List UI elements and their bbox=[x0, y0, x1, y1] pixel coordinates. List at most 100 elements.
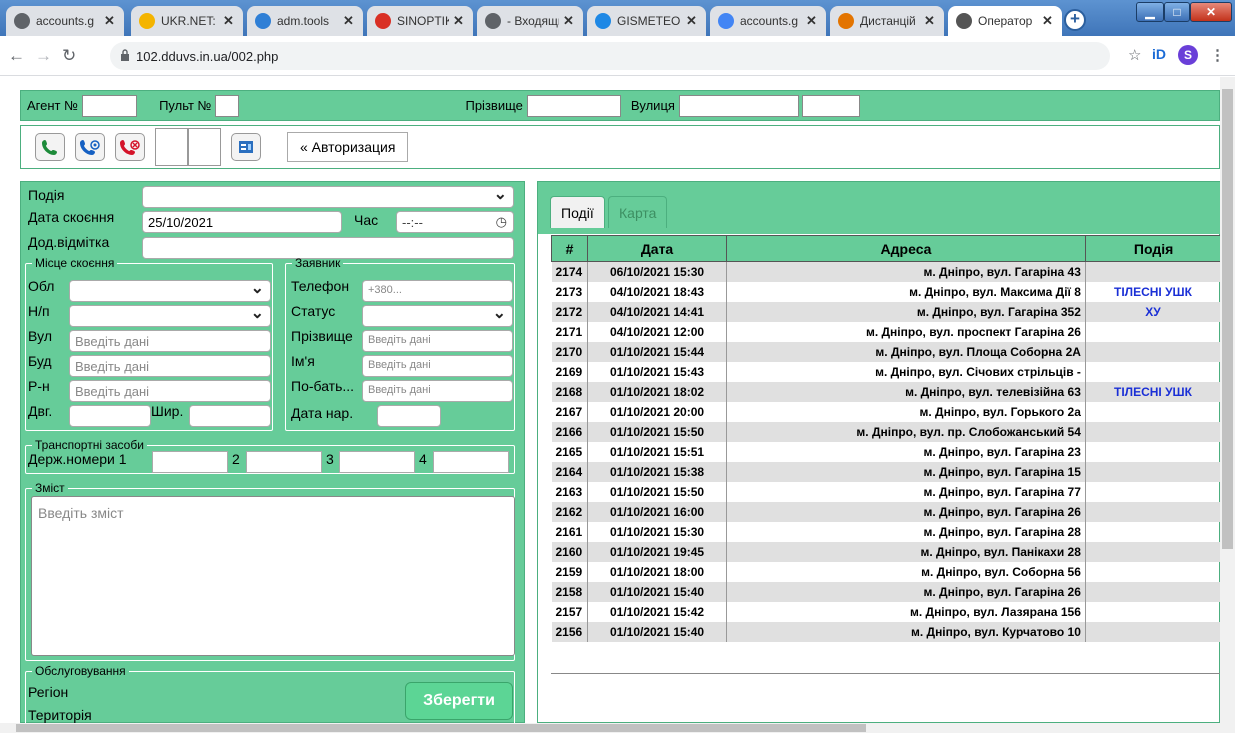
event-row[interactable]: 2165 01/10/2021 15:51 м. Дніпро, вул. Гага… bbox=[551, 441, 1220, 462]
event-row[interactable]: 2160 01/10/2021 19:45 м. Дніпро, вул. Пані… bbox=[551, 541, 1220, 562]
city-select[interactable] bbox=[69, 305, 271, 327]
close-tab-icon[interactable]: ✕ bbox=[223, 13, 235, 29]
column-address[interactable]: Адреса bbox=[726, 235, 1086, 262]
reload-icon[interactable]: ↻ bbox=[62, 46, 76, 66]
agent-number-input[interactable] bbox=[82, 94, 138, 117]
event-row[interactable]: 2159 01/10/2021 18:00 м. Дніпро, вул. Собо… bbox=[551, 561, 1220, 582]
column-number[interactable]: # bbox=[551, 235, 588, 262]
close-tab-icon[interactable]: ✕ bbox=[686, 13, 698, 29]
event-row[interactable]: 2169 01/10/2021 15:43 м. Дніпро, вул. Січо… bbox=[551, 361, 1220, 382]
street-input[interactable] bbox=[678, 94, 799, 117]
event-row[interactable]: 2173 04/10/2021 18:43 м. Дніпро, вул. Макс… bbox=[551, 281, 1220, 302]
id-extension-icon[interactable]: iD bbox=[1152, 46, 1166, 62]
district-input[interactable]: Введіть дані bbox=[69, 380, 271, 402]
phone-input[interactable]: +380... bbox=[362, 280, 513, 302]
column-event[interactable]: Подія bbox=[1084, 235, 1220, 262]
browser-tab[interactable]: adm.tools ✕ bbox=[247, 6, 363, 36]
close-tab-icon[interactable]: ✕ bbox=[563, 13, 575, 29]
status-select[interactable] bbox=[362, 305, 513, 327]
browser-tab[interactable]: GISMETEO ✕ bbox=[587, 6, 706, 36]
browser-tab[interactable]: accounts.g ✕ bbox=[6, 6, 124, 36]
time-value: --:-- bbox=[402, 215, 423, 230]
browser-tab[interactable]: SINOPTIK: ✕ bbox=[367, 6, 473, 36]
save-button[interactable]: Зберегти bbox=[405, 682, 513, 720]
authorization-button[interactable]: « Авторизация bbox=[287, 132, 409, 162]
tab-map[interactable]: Карта bbox=[608, 196, 668, 228]
event-row[interactable]: 2162 01/10/2021 16:00 м. Дніпро, вул. Гага… bbox=[551, 501, 1220, 522]
close-tab-icon[interactable]: ✕ bbox=[343, 13, 355, 29]
horizontal-scroll-thumb[interactable] bbox=[16, 724, 866, 732]
longitude-label: Двг. bbox=[28, 403, 53, 419]
patronymic-input[interactable]: Введіть дані bbox=[362, 380, 513, 402]
phonebook-button[interactable] bbox=[231, 133, 261, 161]
call-slot-2[interactable] bbox=[188, 128, 221, 166]
close-tab-icon[interactable]: ✕ bbox=[924, 13, 936, 29]
event-row[interactable]: 2167 01/10/2021 20:00 м. Дніпро, вул. Горь… bbox=[551, 401, 1220, 422]
event-row[interactable]: 2158 01/10/2021 15:40 м. Дніпро, вул. Гага… bbox=[551, 581, 1220, 602]
street-field-input[interactable]: Введіть дані bbox=[69, 330, 271, 352]
back-icon[interactable]: ← bbox=[8, 46, 25, 66]
horizontal-scrollbar[interactable] bbox=[0, 723, 1235, 733]
vertical-scrollbar[interactable] bbox=[1220, 77, 1235, 723]
building-input[interactable]: Введіть дані bbox=[69, 355, 271, 377]
region-select[interactable] bbox=[69, 280, 271, 302]
plate-1-input[interactable] bbox=[152, 451, 228, 473]
close-tab-icon[interactable]: ✕ bbox=[806, 13, 818, 29]
applicant-name-input[interactable]: Введіть дані bbox=[362, 355, 513, 377]
event-row[interactable]: 2168 01/10/2021 18:02 м. Дніпро, вул. теле… bbox=[551, 381, 1220, 402]
console-number-input[interactable] bbox=[215, 94, 240, 117]
browser-tab[interactable]: Дистанцій ✕ bbox=[830, 6, 944, 36]
applicant-surname-input[interactable]: Введіть дані bbox=[362, 330, 513, 352]
call-hangup-button[interactable] bbox=[115, 133, 145, 161]
close-window-button[interactable]: ✕ bbox=[1190, 2, 1232, 22]
event-row[interactable]: 2170 01/10/2021 15:44 м. Дніпро, вул. Площ… bbox=[551, 341, 1220, 362]
house-input[interactable] bbox=[801, 94, 860, 117]
browser-tab[interactable]: Оператор ✕ bbox=[948, 6, 1062, 36]
event-row[interactable]: 2157 01/10/2021 15:42 м. Дніпро, вул. Лазя… bbox=[551, 601, 1220, 622]
plate-2-input[interactable] bbox=[246, 451, 322, 473]
event-type-cell bbox=[1085, 601, 1220, 622]
date-input[interactable]: 25/10/2021 bbox=[142, 211, 342, 233]
maximize-window-button[interactable]: □ bbox=[1164, 2, 1190, 22]
event-row[interactable]: 2174 06/10/2021 15:30 м. Дніпро, вул. Гага… bbox=[551, 261, 1220, 282]
event-row[interactable]: 2156 01/10/2021 15:40 м. Дніпро, вул. Курч… bbox=[551, 621, 1220, 642]
browser-tab[interactable]: accounts.g ✕ bbox=[710, 6, 826, 36]
close-tab-icon[interactable]: ✕ bbox=[453, 13, 465, 29]
place-legend: Місце скоєння bbox=[35, 256, 115, 270]
profile-avatar[interactable]: S bbox=[1178, 45, 1198, 65]
browser-tab[interactable]: - Входящи ✕ bbox=[477, 6, 583, 36]
plate-3-input[interactable] bbox=[339, 451, 415, 473]
close-tab-icon[interactable]: ✕ bbox=[1042, 13, 1054, 29]
surname-input[interactable] bbox=[526, 94, 621, 117]
longitude-input[interactable] bbox=[69, 405, 151, 427]
time-input[interactable]: --:-- ◷ bbox=[396, 211, 514, 233]
cloud-icon bbox=[255, 13, 271, 29]
event-row[interactable]: 2171 04/10/2021 12:00 м. Дніпро, вул. прос… bbox=[551, 321, 1220, 342]
applicant-legend: Заявник bbox=[295, 256, 341, 270]
browser-tab[interactable]: UKR.NET: I ✕ bbox=[131, 6, 243, 36]
vertical-scroll-thumb[interactable] bbox=[1222, 89, 1233, 549]
forward-icon[interactable]: → bbox=[35, 46, 52, 66]
plate-4-input[interactable] bbox=[433, 451, 509, 473]
content-textarea[interactable]: Введіть зміст bbox=[31, 496, 515, 656]
event-row[interactable]: 2161 01/10/2021 15:30 м. Дніпро, вул. Гага… bbox=[551, 521, 1220, 542]
minimize-window-button[interactable]: ▁ bbox=[1136, 2, 1164, 22]
event-type-cell bbox=[1085, 541, 1220, 562]
call-hold-button[interactable] bbox=[75, 133, 105, 161]
latitude-input[interactable] bbox=[189, 405, 271, 427]
star-icon[interactable]: ☆ bbox=[1128, 46, 1141, 64]
event-row[interactable]: 2166 01/10/2021 15:50 м. Дніпро, вул. пр. … bbox=[551, 421, 1220, 442]
birth-date-input[interactable] bbox=[377, 405, 441, 427]
column-date[interactable]: Дата bbox=[586, 235, 728, 262]
url-field[interactable]: 102.dduvs.in.ua/002.php bbox=[110, 42, 1110, 70]
call-slot-1[interactable] bbox=[155, 128, 188, 166]
event-row[interactable]: 2164 01/10/2021 15:38 м. Дніпро, вул. Гага… bbox=[551, 461, 1220, 482]
call-answer-button[interactable] bbox=[35, 133, 65, 161]
event-row[interactable]: 2172 04/10/2021 14:41 м. Дніпро, вул. Гага… bbox=[551, 301, 1220, 322]
event-select[interactable] bbox=[142, 186, 514, 208]
new-tab-button[interactable]: + bbox=[1064, 9, 1086, 31]
menu-dots-icon[interactable]: ⋮ bbox=[1210, 46, 1225, 64]
event-row[interactable]: 2163 01/10/2021 15:50 м. Дніпро, вул. Гага… bbox=[551, 481, 1220, 502]
tab-events[interactable]: Події bbox=[550, 196, 605, 228]
close-tab-icon[interactable]: ✕ bbox=[104, 13, 116, 29]
